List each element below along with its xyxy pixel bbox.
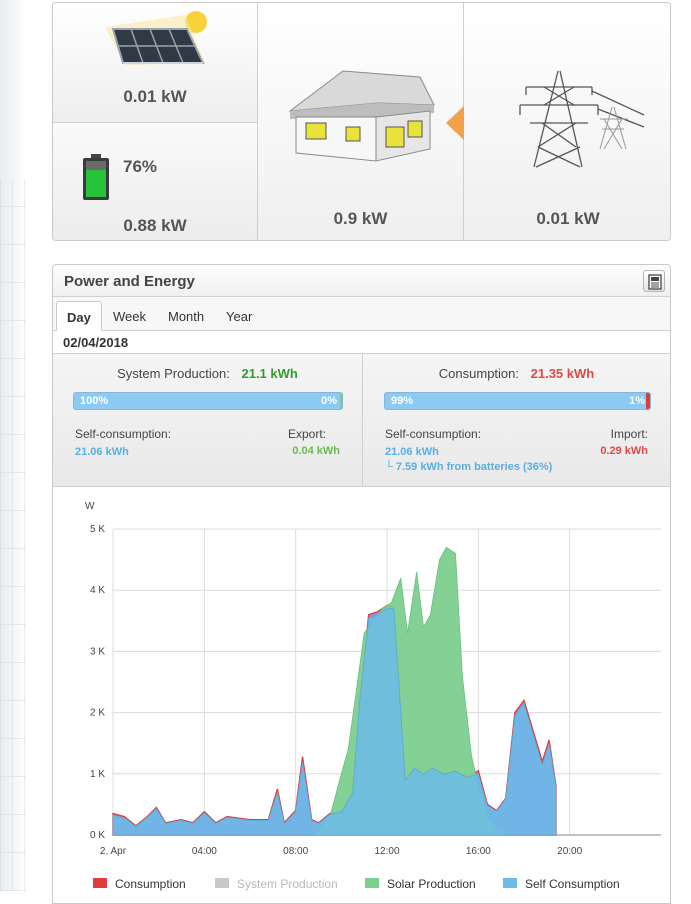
power-chart: W 0 K 1 K 2 K 3 K 4 K 5 K 2. Apr 04:00 08:00 12:00… <box>53 487 670 903</box>
production-heading: System Production: 21.1 kWh <box>53 366 362 381</box>
production-value: 21.1 kWh <box>241 366 298 381</box>
selected-date[interactable]: 02/04/2018 <box>63 335 128 350</box>
x-tick-label: 20:00 <box>557 846 582 857</box>
house-cell[interactable]: 0.9 kW <box>258 3 464 240</box>
tab-year[interactable]: Year <box>216 301 262 331</box>
consumption-value: 21.35 kWh <box>530 366 595 381</box>
power-energy-panel: Power and Energy Day Week Month Year 02/… <box>52 264 671 904</box>
consumption-self-value: 21.06 kWh <box>385 446 439 458</box>
grid-power-value: 0.01 kW <box>536 209 600 228</box>
export-button[interactable] <box>643 270 665 292</box>
legend-item-solar-production: Solar Production <box>387 877 476 891</box>
panel-header: Power and Energy <box>53 265 670 297</box>
tab-day[interactable]: Day <box>56 301 102 331</box>
consumption-import-percent: 1% <box>629 395 645 407</box>
solar-cell[interactable]: 0.01 kW <box>53 3 258 123</box>
production-share-bar: 100% 0% <box>73 392 343 410</box>
y-tick-label: 3 K <box>90 646 105 657</box>
x-tick-label: 2. Apr <box>100 846 127 857</box>
x-tick-label: 04:00 <box>192 846 217 857</box>
x-tick-label: 08:00 <box>283 846 308 857</box>
legend-item-consumption: Consumption <box>115 877 186 891</box>
y-axis-label: W <box>85 501 95 512</box>
import-value: 0.29 kWh <box>600 445 648 457</box>
consumption-share-bar: 99% 1% <box>384 392 651 410</box>
background-strip <box>0 0 26 891</box>
production-label: System Production: <box>117 366 230 381</box>
legend-item-system-production: System Production <box>237 877 338 891</box>
consumption-summary: Consumption: 21.35 kWh 99% 1% Self-consu… <box>363 354 670 487</box>
production-self-value: 21.06 kWh <box>75 446 129 458</box>
house-icon <box>288 70 435 162</box>
consumption-heading: Consumption: 21.35 kWh <box>363 366 670 381</box>
battery-percent: 76% <box>123 157 158 176</box>
consumption-label: Consumption: <box>438 366 519 381</box>
battery-icon <box>83 154 109 200</box>
house-power-value: 0.9 kW <box>333 209 388 228</box>
production-summary: System Production: 21.1 kWh 100% 0% Self… <box>53 354 363 487</box>
solar-panel-icon <box>105 11 207 65</box>
consumption-import-fill <box>646 393 650 409</box>
y-tick-label: 2 K <box>90 708 105 719</box>
y-tick-label: 5 K <box>90 524 105 535</box>
export-label: Export: <box>287 427 326 441</box>
legend-item-self-consumption: Self Consumption <box>525 877 620 891</box>
x-tick-label: 12:00 <box>374 846 399 857</box>
battery-power-value: 0.88 kW <box>123 216 187 235</box>
panel-title: Power and Energy <box>64 273 195 290</box>
energy-flow-panel: 0.01 kW 76% 0.88 kW 0.9 kW 0.01 kW <box>52 2 671 241</box>
consumption-self-label: Self-consumption: <box>385 427 482 441</box>
y-tick-label: 0 K <box>90 830 105 841</box>
export-document-icon <box>648 274 662 290</box>
energy-summary: System Production: 21.1 kWh 100% 0% Self… <box>53 354 670 487</box>
battery-contribution-note: └ 7.59 kWh from batteries (36%) <box>385 461 553 473</box>
consumption-self-percent: 99% <box>391 395 414 407</box>
battery-cell[interactable]: 76% 0.88 kW <box>53 123 258 240</box>
export-value: 0.04 kWh <box>292 445 340 457</box>
import-label: Import: <box>610 427 648 441</box>
legend-swatch <box>215 878 229 888</box>
grid-to-house-arrow-icon <box>446 106 464 140</box>
power-pylon-icon <box>519 70 645 168</box>
tab-week[interactable]: Week <box>103 301 156 331</box>
tab-month[interactable]: Month <box>158 301 214 331</box>
production-self-percent: 100% <box>80 395 109 407</box>
production-export-fill <box>340 393 342 409</box>
production-export-percent: 0% <box>321 395 337 407</box>
legend-swatch <box>503 878 517 888</box>
legend-swatch <box>365 878 379 888</box>
grid-cell[interactable]: 0.01 kW <box>464 3 670 240</box>
y-tick-label: 4 K <box>90 585 105 596</box>
solar-power-value: 0.01 kW <box>123 87 187 106</box>
production-self-label: Self-consumption: <box>75 427 172 441</box>
date-row: 02/04/2018 <box>53 331 670 354</box>
period-tabs: Day Week Month Year <box>53 297 670 331</box>
y-tick-label: 1 K <box>90 769 105 780</box>
x-tick-label: 16:00 <box>466 846 491 857</box>
power-chart-svg: W 0 K 1 K 2 K 3 K 4 K 5 K 2. Apr 04:00 08:00 12:00… <box>85 501 661 891</box>
legend-swatch <box>93 878 107 888</box>
